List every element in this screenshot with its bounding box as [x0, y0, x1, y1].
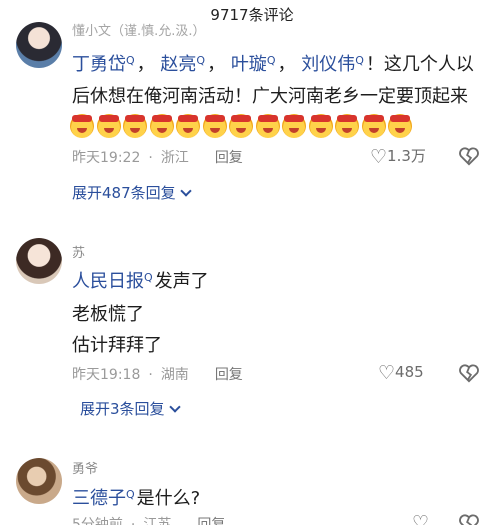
rage-emoji	[96, 114, 121, 138]
like-button[interactable]: ♡485	[378, 362, 424, 384]
rage-emoji	[149, 114, 174, 138]
like-count: 485	[395, 363, 424, 381]
heart-outline-icon: ♡	[370, 146, 388, 168]
reply-button[interactable]: 回复	[197, 517, 225, 525]
comment-text-line: 三德子Q 是什么?	[72, 488, 201, 509]
rage-emoji	[70, 114, 94, 138]
comment-text-line: 估计拜拜了	[72, 335, 162, 356]
chevron-down-icon	[168, 401, 181, 413]
avatar[interactable]	[16, 22, 62, 68]
like-count: 1.3万	[387, 147, 426, 165]
rage-emoji	[255, 114, 280, 138]
comment-text-line: 老板慌了	[72, 304, 144, 325]
mention-link[interactable]: 丁勇岱Q	[72, 54, 137, 75]
search-mark-icon: Q	[266, 54, 276, 67]
avatar[interactable]	[16, 238, 62, 284]
comment-username[interactable]: 苏	[72, 242, 85, 261]
broken-heart-icon[interactable]	[458, 513, 480, 525]
like-button[interactable]: ♡	[412, 512, 429, 525]
comment-count-title: 9717条评论	[210, 6, 294, 24]
comment-location: 江苏	[143, 517, 172, 525]
mention-link[interactable]: 三德子Q	[72, 488, 137, 509]
search-mark-icon: Q	[355, 54, 364, 67]
rage-emoji	[335, 114, 359, 138]
mention-link[interactable]: 人民日报Q	[72, 271, 155, 292]
chevron-down-icon	[179, 185, 192, 197]
comment-location: 湖南	[160, 367, 189, 383]
expand-replies-link[interactable]: 展开3条回复	[80, 398, 181, 419]
broken-heart-icon[interactable]	[458, 146, 480, 166]
rage-emoji	[202, 114, 227, 138]
search-mark-icon: Q	[196, 54, 206, 67]
comment-meta: 昨天19:18 · 湖南 回复	[72, 367, 243, 383]
broken-heart-icon[interactable]	[458, 363, 480, 383]
avatar[interactable]	[16, 458, 62, 504]
rage-emoji	[388, 114, 412, 138]
rage-emoji	[361, 114, 386, 138]
rage-emoji	[229, 114, 253, 138]
mention-link[interactable]: 刘仪伟Q	[301, 54, 366, 75]
comment-username[interactable]: 懂小文（谨.慎.允.汲.）	[72, 20, 206, 39]
search-mark-icon: Q	[144, 271, 153, 284]
expand-replies-link[interactable]: 展开487条回复	[72, 182, 192, 203]
heart-outline-icon: ♡	[412, 512, 430, 525]
mention-link[interactable]: 赵亮Q	[160, 54, 207, 75]
rage-emoji	[282, 114, 306, 138]
reply-button[interactable]: 回复	[215, 150, 243, 166]
comment-username[interactable]: 勇爷	[72, 458, 98, 477]
search-mark-icon: Q	[126, 488, 135, 501]
comment-location: 浙江	[160, 150, 189, 166]
comment-text-line: 丁勇岱Q， 赵亮Q， 叶璇Q， 刘仪伟Q ！这几个人以	[72, 54, 474, 75]
rage-emoji	[123, 114, 147, 138]
comment-meta: 5分钟前 · 江苏 回复	[72, 514, 233, 525]
search-mark-icon: Q	[126, 54, 135, 67]
comment-meta: 昨天19:22 · 浙江 回复	[72, 150, 243, 166]
comment-text-line: 后休想在俺河南活动！广大河南老乡一定要顶起来	[72, 86, 468, 107]
mention-link[interactable]: 叶璇Q	[231, 54, 278, 75]
heart-outline-icon: ♡	[378, 362, 396, 384]
comment-time: 昨天19:22	[72, 150, 141, 166]
like-button[interactable]: ♡1.3万	[370, 145, 426, 168]
comment-time: 昨天19:18	[72, 367, 141, 383]
rage-emoji	[308, 114, 333, 138]
reply-button[interactable]: 回复	[215, 367, 243, 383]
comment-time: 5分钟前	[72, 517, 123, 525]
rage-emoji	[176, 114, 200, 138]
comment-text-line: 人民日报Q 发声了	[72, 271, 209, 292]
